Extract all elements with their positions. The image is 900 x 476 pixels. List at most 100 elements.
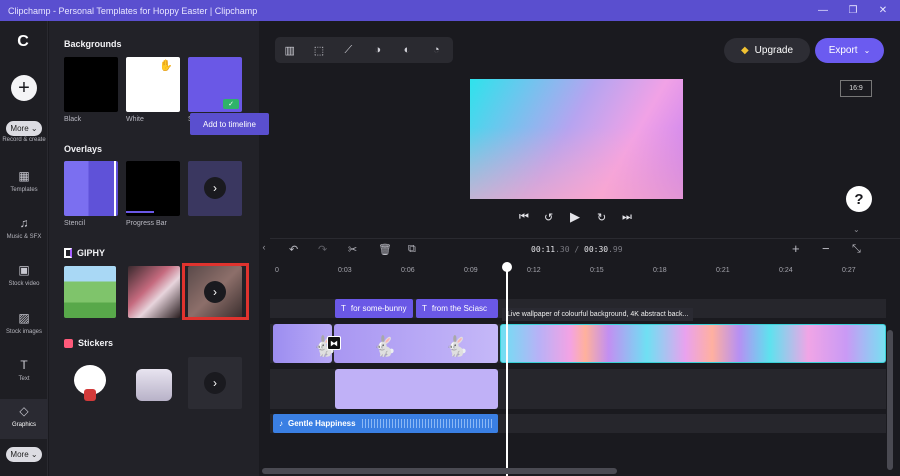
overlay-stencil-thumb[interactable]: [64, 161, 118, 216]
preview-toolbar: ▥ ⬚ ⟋ ◑ ◐ ◔: [275, 37, 453, 63]
text-clip-label: from the Sciasc: [431, 304, 488, 313]
ruler-tick: 0:24: [779, 267, 793, 274]
text-clip[interactable]: T from the Sciasc: [416, 299, 498, 318]
vertical-scrollbar[interactable]: [887, 330, 893, 470]
background-white-thumb[interactable]: ✋: [126, 57, 180, 112]
crop-icon[interactable]: ⬚: [306, 37, 331, 63]
forward-5-icon[interactable]: ↻: [597, 211, 606, 224]
background-purple-thumb[interactable]: ✓: [188, 57, 242, 112]
more-menu-bottom[interactable]: More ⌄: [6, 447, 42, 462]
nav-templates[interactable]: ▦ Templates: [0, 169, 48, 193]
current-time-frac: .30: [555, 245, 570, 254]
upgrade-button[interactable]: ◆ Upgrade: [724, 38, 810, 63]
nav-stock-images[interactable]: ▨ Stock images: [0, 311, 48, 335]
horizontal-scrollbar[interactable]: [262, 468, 617, 474]
add-to-timeline-tooltip[interactable]: Add to timeline: [190, 113, 269, 135]
nav-stock-images-label: Stock images: [5, 329, 42, 335]
stencil-edge: [114, 161, 116, 216]
sticker-thumb-2[interactable]: [128, 357, 180, 409]
magic-wand-icon[interactable]: ⟋: [336, 37, 361, 63]
chevron-right-icon[interactable]: ›: [204, 177, 226, 199]
nav-record-label: Record & create: [2, 137, 46, 143]
left-nav: C + More ⌄ Record & create ▦ Templates ♫ M…: [0, 21, 48, 476]
play-icon[interactable]: ▶: [570, 209, 580, 225]
transition-icon[interactable]: ⧓: [327, 336, 341, 350]
duplicate-icon[interactable]: ⧉: [408, 243, 416, 256]
text-clip-label: for some-bunny: [350, 304, 407, 313]
playhead[interactable]: [506, 264, 508, 476]
ruler-tick: 0:21: [716, 267, 730, 274]
timecode: 00:11.30 / 00:30.99: [531, 245, 623, 254]
rewind-5-icon[interactable]: ↺: [544, 211, 553, 224]
nav-music-sfx[interactable]: ♫ Music & SFX: [0, 216, 48, 240]
text-clip[interactable]: T for some-bunny: [335, 299, 413, 318]
timeline-ruler[interactable]: 0 0:03 0:06 0:09 0:12 0:15 0:18 0:21 0:2…: [270, 264, 886, 278]
background-black-thumb[interactable]: [64, 57, 118, 112]
progress-bar-preview: [126, 211, 154, 213]
sticker-icon: [64, 338, 73, 348]
skip-end-icon[interactable]: ⏭: [622, 211, 632, 224]
nav-record-create[interactable]: Record & create: [0, 137, 48, 143]
redo-icon[interactable]: ↷: [318, 243, 327, 256]
giphy-icon: [64, 248, 72, 258]
create-button[interactable]: +: [11, 75, 37, 101]
video-clip[interactable]: [500, 324, 886, 363]
text-icon: T: [422, 304, 427, 313]
nav-stock-video[interactable]: ▣ Stock video: [0, 263, 48, 287]
nav-music-label: Music & SFX: [6, 234, 42, 240]
aspect-ratio-button[interactable]: 16:9: [840, 80, 872, 97]
giphy-thumb-1[interactable]: [64, 266, 116, 318]
bunny-icon: 🐇: [372, 336, 397, 358]
maximize-button[interactable]: ❐: [838, 0, 868, 21]
filters-icon[interactable]: ◐: [394, 37, 419, 63]
shapes-icon: ◇: [19, 404, 29, 418]
zoom-out-icon[interactable]: −: [822, 241, 830, 256]
playhead-handle[interactable]: [502, 262, 512, 272]
window-title: Clipchamp - Personal Templates for Hoppy…: [8, 5, 258, 16]
overlay-progress-bar-thumb[interactable]: [126, 161, 180, 216]
timecode-separator: /: [569, 245, 584, 254]
fit-timeline-icon[interactable]: ⤡: [852, 243, 861, 256]
speed-icon[interactable]: ◔: [424, 37, 449, 63]
image-icon: ▨: [18, 311, 30, 325]
ruler-tick: 0:27: [842, 267, 856, 274]
chevron-down-icon[interactable]: ⌄: [853, 225, 860, 234]
cake-sticker-icon: [136, 369, 172, 401]
sticker-thumb-1[interactable]: [64, 357, 116, 409]
video-clip-label: Live wallpaper of colourful background, …: [502, 308, 694, 321]
overlay-clip[interactable]: [335, 369, 498, 409]
highlight-box: [182, 263, 249, 320]
audio-clip[interactable]: ♪ Gentle Happiness: [273, 414, 498, 433]
text-icon: T: [20, 358, 28, 372]
help-button[interactable]: ?: [846, 186, 872, 212]
export-button[interactable]: Export ⌄: [815, 38, 884, 63]
nav-graphics[interactable]: ◇ Graphics: [0, 399, 48, 439]
minimize-button[interactable]: —: [808, 0, 838, 21]
sticker-more-thumb[interactable]: ›: [188, 357, 242, 409]
total-time: 00:30: [584, 245, 609, 254]
music-icon: ♫: [19, 216, 29, 230]
adjust-colors-icon[interactable]: ◑: [365, 37, 390, 63]
ruler-tick: 0:15: [590, 267, 604, 274]
background-black-label: Black: [64, 116, 82, 123]
delete-icon[interactable]: 🗑: [378, 243, 392, 256]
stickers-heading-label: Stickers: [78, 338, 114, 348]
more-menu-top[interactable]: More ⌄: [6, 121, 42, 136]
total-time-frac: .99: [608, 245, 623, 254]
layout-icon[interactable]: ▥: [277, 37, 302, 63]
audio-waveform: [361, 419, 492, 428]
chevron-right-icon[interactable]: ›: [204, 372, 226, 394]
ruler-tick: 0:12: [527, 267, 541, 274]
sticker-gift: [84, 389, 96, 401]
split-scissors-icon[interactable]: ✂: [348, 243, 357, 256]
close-button[interactable]: ✕: [868, 0, 898, 21]
nav-text[interactable]: T Text: [0, 358, 48, 382]
skip-start-icon[interactable]: ⏮: [519, 211, 529, 224]
zoom-in-icon[interactable]: +: [792, 241, 800, 256]
undo-icon[interactable]: ↶: [289, 243, 298, 256]
text-icon: T: [341, 304, 346, 313]
giphy-thumb-2[interactable]: [128, 266, 180, 318]
overlay-more-thumb[interactable]: ›: [188, 161, 242, 216]
video-clip[interactable]: [334, 324, 498, 363]
collapse-panel-icon[interactable]: ‹: [259, 237, 269, 257]
